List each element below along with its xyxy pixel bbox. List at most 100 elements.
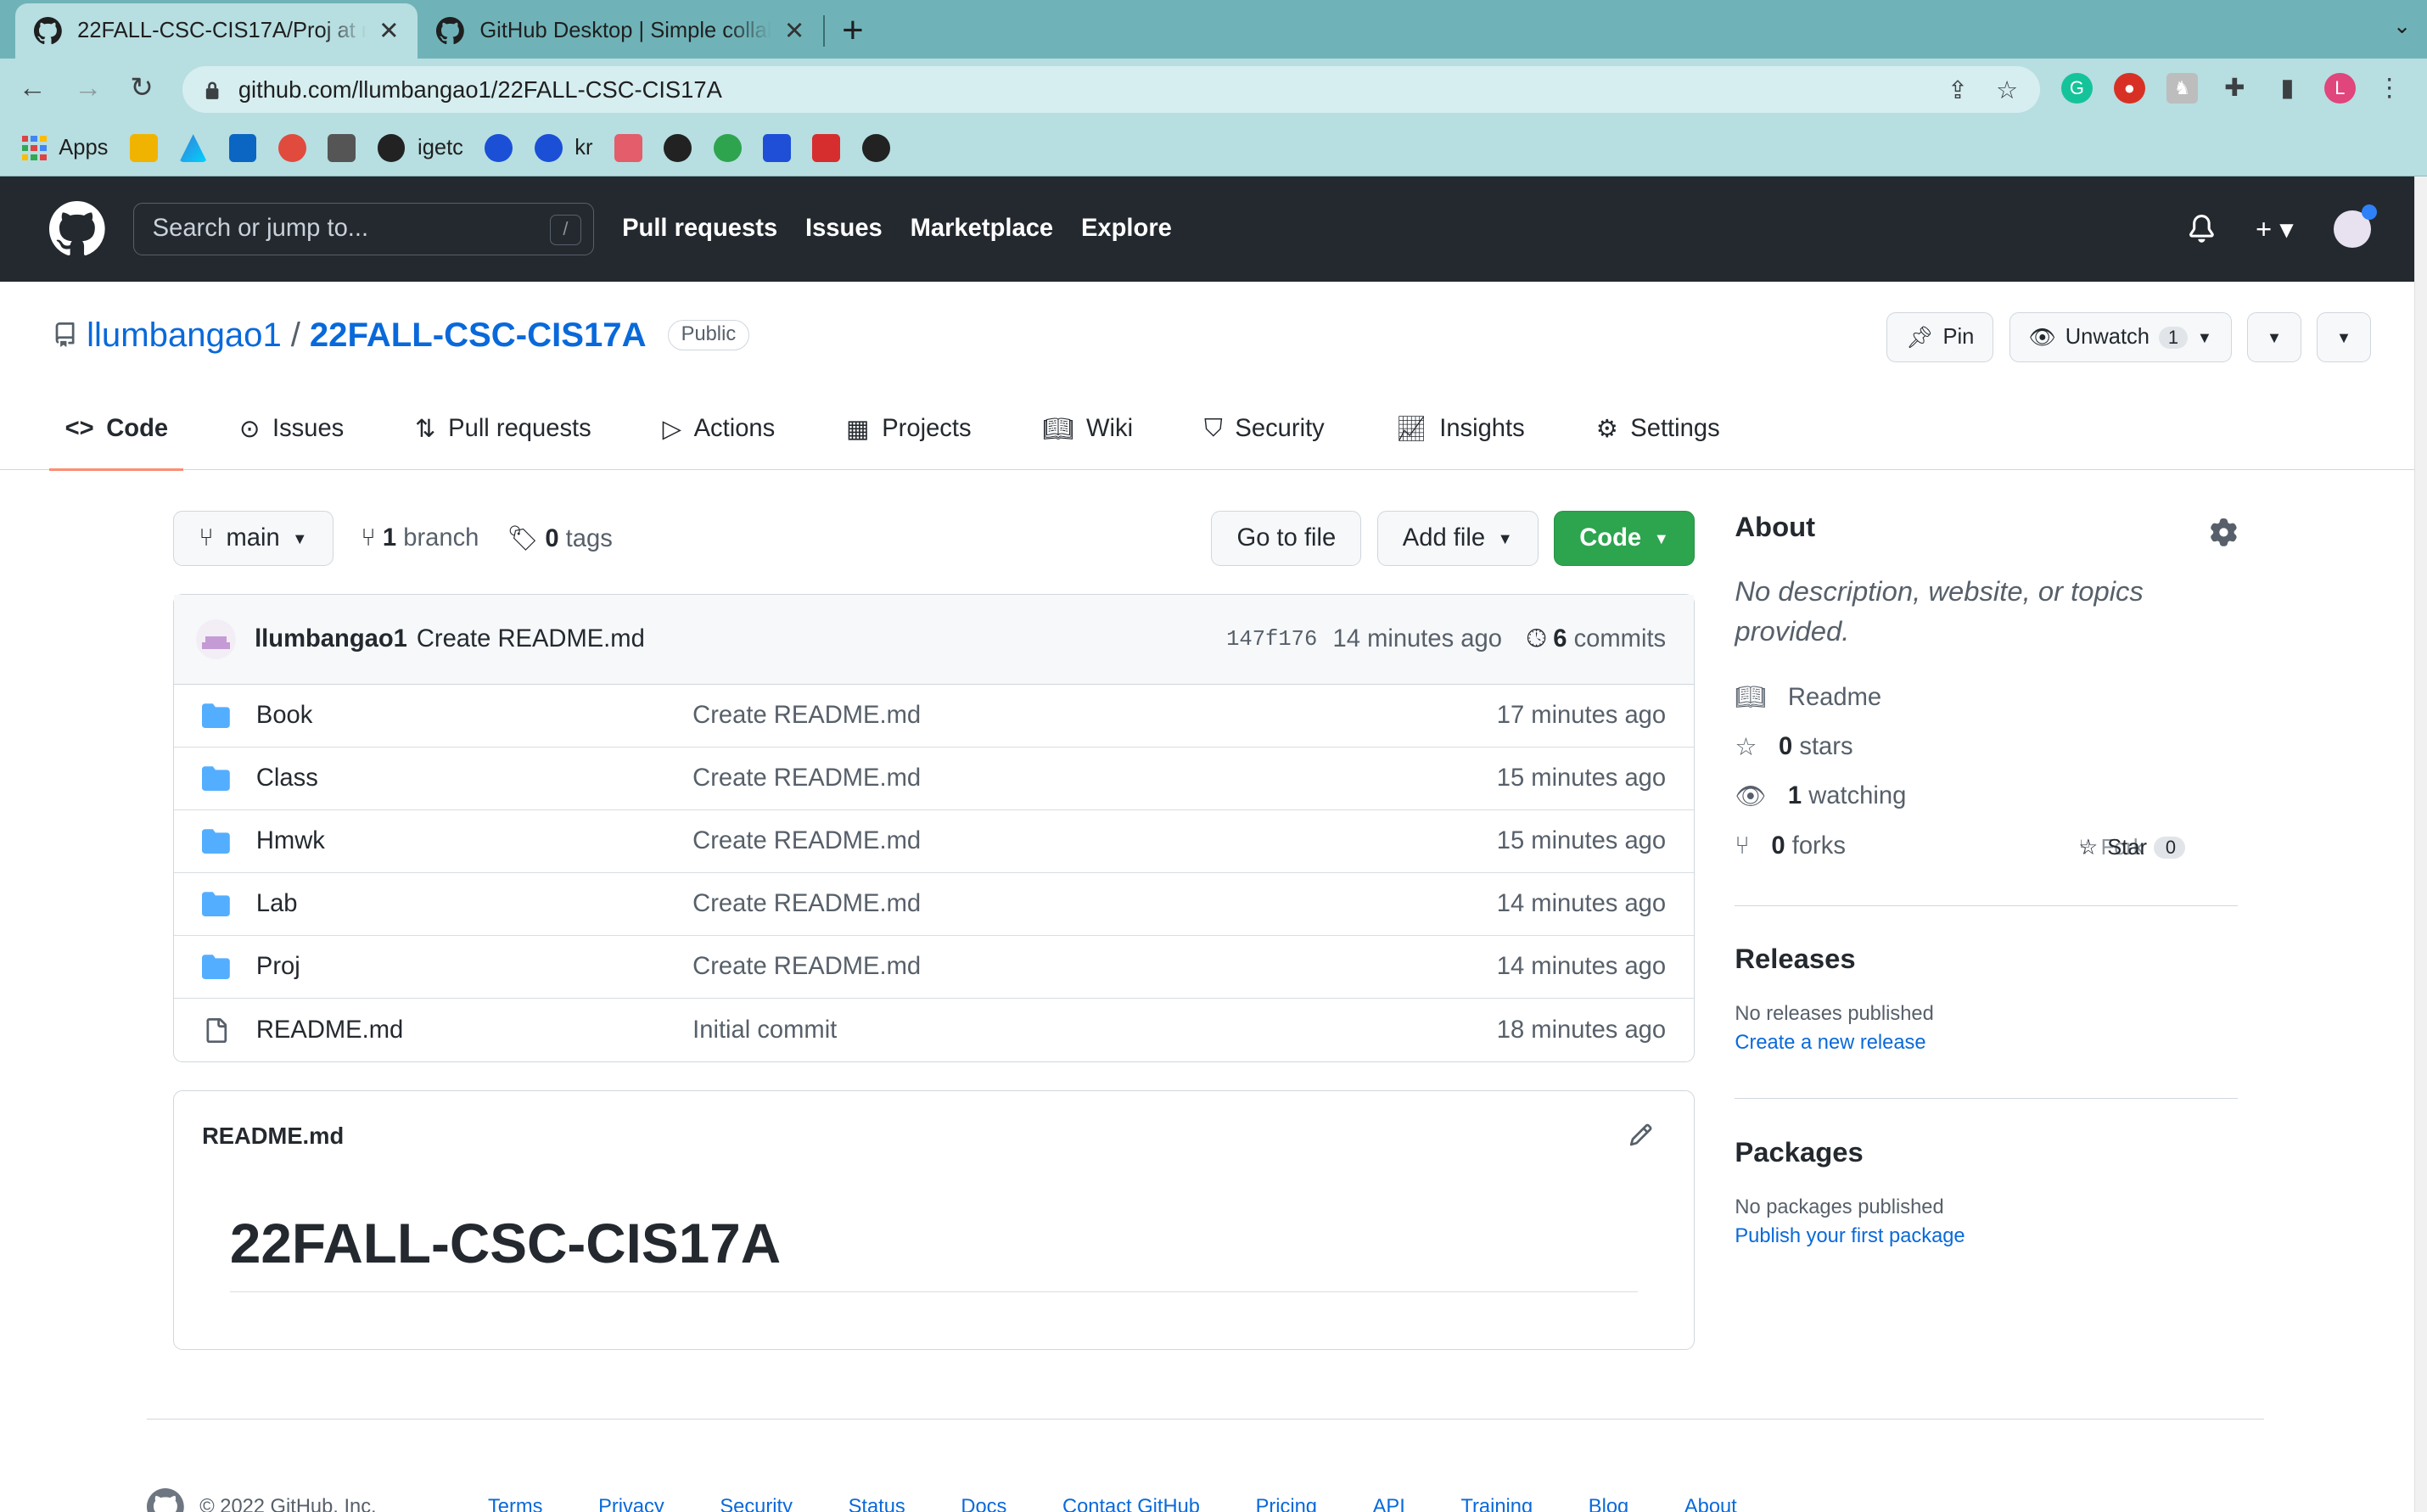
footer-link[interactable]: Security <box>720 1496 793 1512</box>
file-commit-message[interactable]: Initial commit <box>692 1016 837 1044</box>
tab-code[interactable]: <> Code <box>49 389 183 472</box>
browser-tab-active[interactable]: 22FALL-CSC-CIS17A/Proj at main ✕ <box>15 3 418 59</box>
bookmark-igetc[interactable]: igetc <box>377 134 463 162</box>
tab-security[interactable]: ⛉ Security <box>1189 389 1340 470</box>
close-tab-icon[interactable]: ✕ <box>378 16 399 46</box>
tab-insights[interactable]: 📈︎ Insights <box>1380 389 1540 470</box>
file-name-link[interactable]: Hmwk <box>256 827 692 855</box>
footer-link[interactable]: Blog <box>1589 1496 1628 1512</box>
outlook-favicon-icon[interactable] <box>228 134 257 162</box>
file-name-link[interactable]: Lab <box>256 890 692 918</box>
close-tab-icon[interactable]: ✕ <box>784 16 804 46</box>
tags-link[interactable]: 🏷︎ 0 tags <box>507 524 613 553</box>
nav-explore[interactable]: Explore <box>1081 215 1172 243</box>
pencil-icon[interactable] <box>1628 1123 1653 1147</box>
bell-icon[interactable] <box>2188 215 2216 244</box>
star-dropdown-caret-icon[interactable]: ▼ <box>2318 328 2370 347</box>
browser-tab-inactive[interactable]: GitHub Desktop | Simple collaboration ✕ <box>418 3 823 59</box>
file-commit-message[interactable]: Create README.md <box>692 827 921 855</box>
share-icon[interactable]: ⇪ <box>1948 76 1968 105</box>
file-commit-message[interactable]: Create README.md <box>692 890 921 918</box>
footer-link[interactable]: Contact GitHub <box>1062 1496 1200 1512</box>
file-commit-message[interactable]: Create README.md <box>692 702 921 730</box>
adblock-extension-icon[interactable]: ● <box>2114 72 2145 104</box>
file-name-link[interactable]: Proj <box>256 953 692 981</box>
footer-link[interactable]: API <box>1373 1496 1405 1512</box>
tab-search-chevron-icon[interactable]: ⌄ <box>2393 14 2411 39</box>
bookmark-kr[interactable]: kr <box>534 134 592 162</box>
github-logo-icon[interactable] <box>49 201 105 257</box>
unwatch-button[interactable]: 👁︎ Unwatch 1 ▼ <box>2009 312 2232 362</box>
commits-link[interactable]: 🕓︎ 6 commits <box>1527 625 1666 653</box>
tab-pull-requests[interactable]: ⇅ Pull requests <box>400 389 607 470</box>
bookmark-favicon-icon[interactable] <box>713 134 742 162</box>
readme-filename[interactable]: README.md <box>174 1091 1694 1181</box>
file-commit-message[interactable]: Create README.md <box>692 953 921 981</box>
forward-arrow-icon[interactable]: → <box>75 71 103 104</box>
footer-link[interactable]: Terms <box>488 1496 542 1512</box>
kebab-menu-icon[interactable]: ⋮ <box>2377 73 2402 103</box>
stars-link[interactable]: ☆ 0 stars <box>1735 731 2238 762</box>
nav-pull-requests[interactable]: Pull requests <box>622 215 777 243</box>
reload-icon[interactable]: ↻ <box>130 71 154 104</box>
commit-author-avatar[interactable] <box>195 619 237 660</box>
file-row[interactable]: Class Create README.md 15 minutes ago <box>174 748 1694 811</box>
back-arrow-icon[interactable]: ← <box>19 71 47 104</box>
grammarly-extension-icon[interactable]: G <box>2061 72 2093 104</box>
globe-icon[interactable] <box>664 134 692 162</box>
commit-author[interactable]: llumbangao1 <box>255 625 407 653</box>
footer-link[interactable]: Docs <box>961 1496 1006 1512</box>
profile-avatar[interactable]: L <box>2324 72 2356 104</box>
repo-name-link[interactable]: 22FALL-CSC-CIS17A <box>310 316 647 355</box>
tab-wiki[interactable]: 📖︎ Wiki <box>1027 389 1148 470</box>
nav-issues[interactable]: Issues <box>805 215 883 243</box>
footer-link[interactable]: Status <box>849 1496 905 1512</box>
file-commit-message[interactable]: Create README.md <box>692 764 921 792</box>
publish-package-link[interactable]: Publish your first package <box>1735 1225 2238 1248</box>
commit-sha[interactable]: 147f176 <box>1226 627 1317 652</box>
file-row[interactable]: Proj Create README.md 14 minutes ago <box>174 936 1694 1000</box>
branches-link[interactable]: ⑂ 1 branch <box>361 524 479 552</box>
file-row[interactable]: Lab Create README.md 14 minutes ago <box>174 873 1694 937</box>
branch-select-button[interactable]: ⑂ main ▼ <box>173 510 334 567</box>
forks-link[interactable]: ⑂ 0 forks <box>1735 831 2238 861</box>
tab-settings[interactable]: ⚙ Settings <box>1580 389 1735 470</box>
commit-message[interactable]: Create README.md <box>417 625 645 653</box>
file-row[interactable]: Hmwk Create README.md 15 minutes ago <box>174 810 1694 874</box>
releases-title[interactable]: Releases <box>1735 943 2238 975</box>
watchers-link[interactable]: 👁︎ 1 watching <box>1735 781 2238 812</box>
page-scrollbar[interactable] <box>2413 176 2427 1512</box>
gear-icon[interactable] <box>2210 518 2238 546</box>
tab-issues[interactable]: ⊙ Issues <box>224 389 360 470</box>
bookmark-favicon-icon[interactable] <box>129 134 158 162</box>
create-release-link[interactable]: Create a new release <box>1735 1032 2238 1055</box>
puzzle-icon[interactable]: ✚ <box>2219 73 2250 104</box>
footer-link[interactable]: About <box>1684 1496 1737 1512</box>
github-footer-logo-icon[interactable] <box>147 1488 185 1512</box>
repo-owner-link[interactable]: llumbangao1 <box>87 316 282 355</box>
footer-link[interactable]: Training <box>1460 1496 1533 1512</box>
file-name-link[interactable]: Class <box>256 764 692 792</box>
bookmark-star-icon[interactable]: ☆ <box>1996 76 2018 105</box>
nav-marketplace[interactable]: Marketplace <box>911 215 1054 243</box>
side-panel-icon[interactable]: ▮ <box>2272 73 2302 104</box>
file-row[interactable]: README.md Initial commit 18 minutes ago <box>174 999 1694 1061</box>
bookmark-favicon-icon[interactable] <box>485 134 513 162</box>
bookmark-apps[interactable]: Apps <box>21 135 108 161</box>
bookmark-favicon-icon[interactable] <box>614 134 642 162</box>
readme-link[interactable]: 📖︎ Readme <box>1735 682 2238 713</box>
file-name-link[interactable]: Book <box>256 702 692 730</box>
add-file-button[interactable]: Add file ▼ <box>1376 510 1539 567</box>
address-bar[interactable]: github.com/llumbangao1/22FALL-CSC-CIS17A… <box>182 66 2040 114</box>
tab-projects[interactable]: ▦ Projects <box>831 389 987 470</box>
search-input[interactable]: Search or jump to... / <box>132 202 595 255</box>
packages-title[interactable]: Packages <box>1735 1136 2238 1168</box>
pin-button[interactable]: 📌︎ Pin <box>1886 312 1994 362</box>
code-button[interactable]: Code ▼ <box>1554 510 1695 567</box>
extension-icon[interactable]: ♞ <box>2166 72 2198 104</box>
bookmark-favicon-icon[interactable] <box>812 134 841 162</box>
file-row[interactable]: Book Create README.md 17 minutes ago <box>174 685 1694 748</box>
bookmark-favicon-icon[interactable] <box>277 134 306 162</box>
bookmark-favicon-icon[interactable] <box>763 134 791 162</box>
new-tab-icon[interactable]: + <box>842 9 864 52</box>
